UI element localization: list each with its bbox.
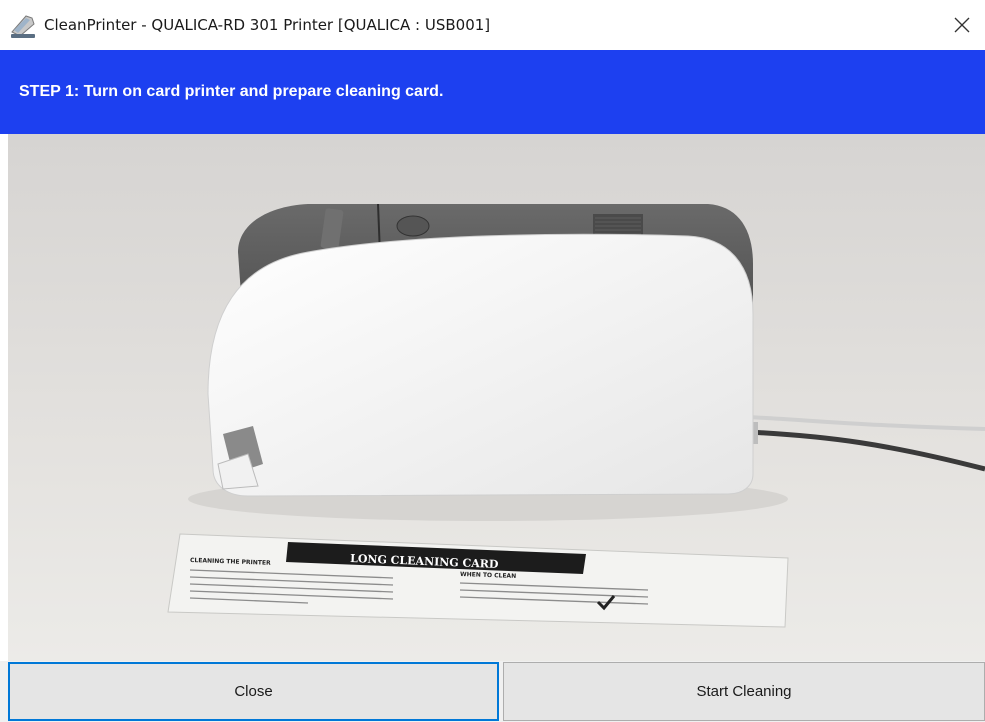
- start-cleaning-button[interactable]: Start Cleaning: [503, 662, 985, 721]
- window-title: CleanPrinter - QUALICA-RD 301 Printer [Q…: [44, 16, 491, 34]
- step-instruction: STEP 1: Turn on card printer and prepare…: [19, 83, 444, 100]
- printer-illustration: LONG CLEANING CARD CLEANING THE PRINTER …: [8, 134, 985, 661]
- title-bar: CleanPrinter - QUALICA-RD 301 Printer [Q…: [0, 0, 985, 50]
- printer-clean-icon: [11, 15, 35, 38]
- close-icon[interactable]: [949, 12, 975, 38]
- close-button[interactable]: Close: [8, 662, 499, 721]
- step-banner: STEP 1: Turn on card printer and prepare…: [0, 50, 985, 134]
